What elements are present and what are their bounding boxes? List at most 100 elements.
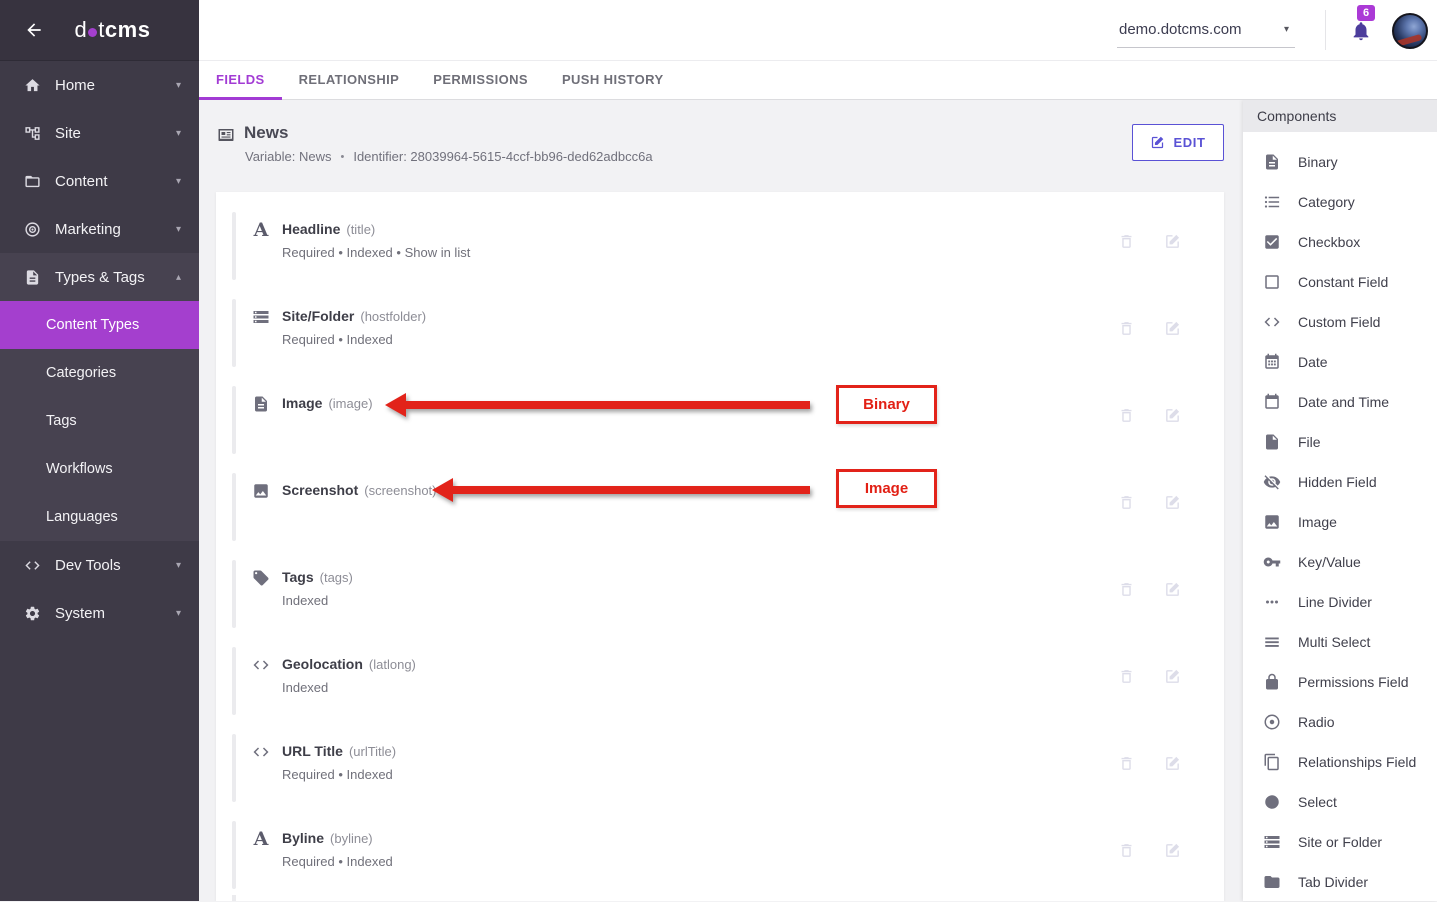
tab-fields[interactable]: FIELDS	[199, 61, 282, 100]
tag-icon	[252, 569, 270, 587]
notification-count-badge: 6	[1357, 5, 1375, 21]
trash-icon[interactable]	[1118, 233, 1135, 250]
sidebar-item-languages[interactable]: Languages	[0, 493, 199, 541]
chevron-down-icon: ▾	[176, 560, 181, 571]
sidebar-item-tags[interactable]: Tags	[0, 397, 199, 445]
trash-icon[interactable]	[1118, 581, 1135, 598]
newspaper-icon	[216, 126, 236, 144]
page-title: News	[244, 123, 288, 143]
field-row-site-folder[interactable]: Site/Folder(hostfolder)Required • Indexe…	[216, 293, 1224, 380]
sidebar-item-marketing[interactable]: Marketing▾	[0, 205, 199, 253]
component-item-label: Date and Time	[1298, 394, 1389, 410]
edit-icon[interactable]	[1164, 233, 1181, 250]
sidebar-item-system[interactable]: System▾	[0, 589, 199, 637]
drag-handle-bar[interactable]	[232, 647, 236, 715]
drag-handle-bar[interactable]	[232, 473, 236, 541]
arrow-left-icon[interactable]	[24, 20, 44, 40]
notifications-button[interactable]: 6	[1350, 20, 1374, 44]
component-item-tab-divider[interactable]: Tab Divider	[1243, 862, 1437, 902]
separator-dot: •	[340, 151, 344, 163]
drag-handle-bar[interactable]	[232, 560, 236, 628]
checkbox-icon	[1263, 233, 1281, 251]
edit-icon[interactable]	[1164, 320, 1181, 337]
component-item-label: Radio	[1298, 714, 1335, 730]
drag-handle-bar[interactable]	[232, 212, 236, 280]
drag-handle-bar[interactable]	[232, 299, 236, 367]
sidebar-item-workflows[interactable]: Workflows	[0, 445, 199, 493]
field-row-url-title[interactable]: URL Title(urlTitle)Required • Indexed	[216, 728, 1224, 815]
user-avatar[interactable]	[1392, 13, 1428, 49]
component-item-radio[interactable]: Radio	[1243, 702, 1437, 742]
component-item-line-divider[interactable]: Line Divider	[1243, 582, 1437, 622]
trash-icon[interactable]	[1118, 668, 1135, 685]
field-row-image[interactable]: Image(image)	[216, 380, 1224, 467]
field-row-tags[interactable]: Tags(tags)Indexed	[216, 554, 1224, 641]
image-icon	[252, 482, 270, 500]
component-item-hidden-field[interactable]: Hidden Field	[1243, 462, 1437, 502]
sidebar-item-label: Categories	[46, 365, 116, 381]
component-item-file[interactable]: File	[1243, 422, 1437, 462]
sidebar-item-categories[interactable]: Categories	[0, 349, 199, 397]
trash-icon[interactable]	[1118, 407, 1135, 424]
field-row-headline[interactable]: AHeadline(title)Required • Indexed • Sho…	[216, 206, 1224, 293]
tab-push-history[interactable]: PUSH HISTORY	[545, 61, 681, 100]
component-item-site-or-folder[interactable]: Site or Folder	[1243, 822, 1437, 862]
component-item-constant-field[interactable]: Constant Field	[1243, 262, 1437, 302]
component-item-image[interactable]: Image	[1243, 502, 1437, 542]
component-item-label: Category	[1298, 194, 1355, 210]
home-icon	[24, 77, 41, 94]
trash-icon[interactable]	[1118, 755, 1135, 772]
component-item-multi-select[interactable]: Multi Select	[1243, 622, 1437, 662]
sidebar-item-label: Home	[55, 77, 95, 94]
trash-icon[interactable]	[1118, 320, 1135, 337]
edit-icon[interactable]	[1164, 581, 1181, 598]
edit-icon[interactable]	[1164, 755, 1181, 772]
copy-icon	[1263, 753, 1281, 771]
sitemap-icon	[24, 125, 41, 142]
tab-permissions[interactable]: PERMISSIONS	[416, 61, 545, 100]
component-item-relationships-field[interactable]: Relationships Field	[1243, 742, 1437, 782]
component-item-binary[interactable]: Binary	[1243, 142, 1437, 182]
server-icon	[1263, 833, 1281, 851]
edit-icon[interactable]	[1164, 668, 1181, 685]
sidebar-item-dev-tools[interactable]: Dev Tools▾	[0, 541, 199, 589]
edit-icon[interactable]	[1164, 494, 1181, 511]
field-meta: Indexed	[282, 593, 328, 608]
component-item-date[interactable]: Date	[1243, 342, 1437, 382]
sidebar-item-content-types[interactable]: Content Types	[0, 301, 199, 349]
trash-icon[interactable]	[1118, 494, 1135, 511]
component-item-date-and-time[interactable]: Date and Time	[1243, 382, 1437, 422]
trash-icon[interactable]	[1118, 842, 1135, 859]
field-meta: Required • Indexed • Show in list	[282, 245, 470, 260]
edit-button[interactable]: EDIT	[1132, 124, 1224, 161]
component-item-select[interactable]: Select	[1243, 782, 1437, 822]
field-name: Geolocation(latlong)	[282, 656, 416, 672]
chevron-down-icon: ▾	[176, 128, 181, 139]
drag-handle-bar[interactable]	[232, 821, 236, 889]
sidebar-item-label: Types & Tags	[55, 269, 145, 286]
field-row-screenshot[interactable]: Screenshot(screenshot)	[216, 467, 1224, 554]
edit-icon[interactable]	[1164, 407, 1181, 424]
edit-icon[interactable]	[1164, 842, 1181, 859]
component-item-permissions-field[interactable]: Permissions Field	[1243, 662, 1437, 702]
sidebar-item-content[interactable]: Content▾	[0, 157, 199, 205]
file-icon	[1263, 433, 1281, 451]
sidebar-item-home[interactable]: Home▾	[0, 61, 199, 109]
sidebar-item-types-tags[interactable]: Types & Tags▴	[0, 253, 199, 301]
component-item-checkbox[interactable]: Checkbox	[1243, 222, 1437, 262]
sidebar-item-site[interactable]: Site▾	[0, 109, 199, 157]
drag-handle-bar[interactable]	[232, 386, 236, 454]
field-row-byline[interactable]: AByline(byline)Required • Indexed	[216, 815, 1224, 901]
drag-handle-bar[interactable]	[232, 734, 236, 802]
field-meta: Required • Indexed	[282, 854, 393, 869]
component-item-key-value[interactable]: Key/Value	[1243, 542, 1437, 582]
component-item-category[interactable]: Category	[1243, 182, 1437, 222]
site-selector-dropdown[interactable]: demo.dotcms.com ▾	[1117, 12, 1295, 48]
field-name: Screenshot(screenshot)	[282, 482, 437, 498]
component-item-custom-field[interactable]: Custom Field	[1243, 302, 1437, 342]
tab-relationship[interactable]: RELATIONSHIP	[282, 61, 417, 100]
field-row-geolocation[interactable]: Geolocation(latlong)Indexed	[216, 641, 1224, 728]
component-item-label: Line Divider	[1298, 594, 1372, 610]
text-icon: A	[252, 221, 270, 239]
identifier-label: Identifier: 28039964-5615-4ccf-bb96-ded6…	[353, 149, 652, 164]
